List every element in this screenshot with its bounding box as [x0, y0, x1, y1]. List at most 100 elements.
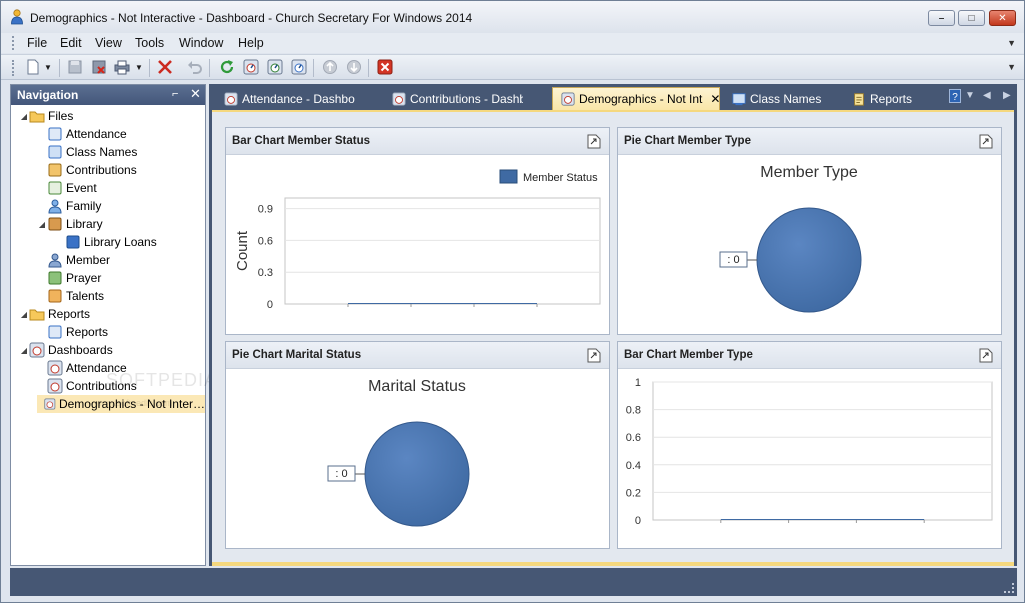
- tab-class-names[interactable]: Class Names: [729, 87, 829, 110]
- panel-pie-marital-status: Pie Chart Marital Status Marital Status:…: [225, 341, 610, 549]
- nav-tree-label: Files: [48, 109, 74, 123]
- export-icon[interactable]: [979, 134, 993, 149]
- y-tick-label: 0.9: [258, 204, 273, 216]
- panel-bar-member-type: Bar Chart Member Type 1 0.8 0.6 0.4 0.2 0: [617, 341, 1002, 549]
- expand-arrow-icon[interactable]: ◢: [19, 112, 29, 121]
- maximize-button[interactable]: □: [958, 10, 985, 26]
- library-loans-icon: [66, 235, 80, 249]
- close-window-icon[interactable]: [377, 59, 393, 75]
- tab-scroll-right-icon[interactable]: ▶: [1003, 90, 1011, 101]
- pie-slice: [364, 421, 470, 527]
- nav-tree-item[interactable]: Attendance: [37, 125, 127, 143]
- nav-tree-label: Contributions: [66, 379, 137, 393]
- print-icon[interactable]: [114, 59, 130, 75]
- undo-icon[interactable]: [187, 59, 203, 75]
- delete-record-icon[interactable]: [91, 59, 107, 75]
- panel-title: Pie Chart Member Type: [624, 135, 751, 147]
- member-icon: [48, 253, 62, 268]
- pin-icon[interactable]: ⌐: [172, 88, 178, 100]
- nav-tree-label: Member: [66, 253, 111, 267]
- menu-tools[interactable]: Tools: [133, 35, 166, 51]
- nav-tree-item[interactable]: Contributions: [37, 161, 137, 179]
- menu-file[interactable]: File: [25, 35, 49, 51]
- nav-tree-item[interactable]: ◢ Files: [19, 107, 73, 125]
- reports-icon: [48, 325, 62, 339]
- nav-tree-label: Class Names: [66, 145, 138, 159]
- nav-tree-item[interactable]: ◢ Reports: [19, 305, 90, 323]
- menu-edit[interactable]: Edit: [58, 35, 84, 51]
- dashboard-alt-icon[interactable]: [267, 59, 283, 75]
- chart-title: Member Type: [760, 164, 858, 181]
- legend-label: Member Status: [523, 172, 598, 184]
- minimize-button[interactable]: –: [928, 10, 955, 26]
- marital-status-pie-chart: Marital Status: 0: [327, 378, 470, 527]
- menu-grip[interactable]: [12, 36, 15, 50]
- export-icon[interactable]: [979, 348, 993, 363]
- window-title: Demographics - Not Interactive - Dashboa…: [30, 11, 473, 25]
- expand-arrow-icon[interactable]: ◢: [19, 310, 29, 319]
- tab-list-dropdown-icon[interactable]: ▼: [965, 90, 975, 101]
- folder-icon: [29, 111, 45, 123]
- panel-title: Bar Chart Member Type: [624, 349, 753, 361]
- class-names-icon: [732, 92, 746, 105]
- nav-tree-item[interactable]: Demographics - Not Inter…: [37, 395, 205, 413]
- tab-scroll-left-icon[interactable]: ◀: [983, 90, 991, 101]
- new-dropdown-icon[interactable]: ▼: [44, 63, 60, 79]
- nav-tree-item[interactable]: Prayer: [37, 269, 101, 287]
- toolbar-separator: [209, 59, 210, 77]
- back-icon[interactable]: [322, 59, 338, 75]
- menu-view[interactable]: View: [93, 35, 124, 51]
- toolbar-separator: [313, 59, 314, 77]
- expand-arrow-icon[interactable]: ◢: [19, 346, 29, 355]
- tab-attendance-dashboard[interactable]: Attendance - Dashboar: [221, 87, 355, 110]
- toolbar-overflow-icon[interactable]: ▼: [1007, 62, 1016, 72]
- nav-tree-item[interactable]: ◢ Library: [37, 215, 103, 233]
- maximize-icon: □: [968, 12, 975, 24]
- save-icon[interactable]: [67, 59, 83, 75]
- cancel-icon[interactable]: [157, 59, 173, 75]
- export-icon[interactable]: [587, 348, 601, 363]
- close-icon[interactable]: ✕: [190, 86, 201, 102]
- panel-pie-member-type: Pie Chart Member Type Member Type: 0: [617, 127, 1002, 335]
- toolbar-grip[interactable]: [12, 60, 15, 76]
- new-icon[interactable]: [25, 59, 41, 75]
- nav-tree-item[interactable]: Contributions: [37, 377, 137, 395]
- nav-tree-item[interactable]: Member: [37, 251, 110, 269]
- resize-grip-icon[interactable]: [1004, 583, 1014, 593]
- folder-icon: [29, 309, 45, 321]
- expand-arrow-icon[interactable]: ◢: [37, 220, 47, 229]
- dashboard-settings-icon[interactable]: [291, 59, 307, 75]
- menu-help[interactable]: Help: [236, 35, 266, 51]
- nav-tree-item[interactable]: Library Loans: [55, 233, 157, 251]
- tab-close-icon[interactable]: ✕: [710, 92, 719, 106]
- nav-tree-item[interactable]: ◢ Dashboards: [19, 341, 113, 359]
- help-icon[interactable]: ?: [949, 89, 961, 103]
- export-icon[interactable]: [587, 134, 601, 149]
- y-tick-label: 0.4: [626, 460, 641, 472]
- menu-window[interactable]: Window: [177, 35, 225, 51]
- nav-tree-label: Talents: [66, 289, 105, 303]
- tab-contributions-dashboard[interactable]: Contributions - Dashbo: [389, 87, 523, 110]
- nav-tree-item[interactable]: Family: [37, 197, 101, 215]
- tab-reports[interactable]: Reports: [849, 87, 929, 110]
- toolbar-separator: [149, 59, 150, 77]
- tab-demographics-dashboard[interactable]: Demographics - Not Int ✕: [552, 87, 720, 110]
- dashboard-content: Bar Chart Member Status 0.9 0.6 0.3 0 Count M…: [212, 110, 1014, 566]
- close-button[interactable]: ✕: [989, 10, 1016, 26]
- refresh-icon[interactable]: [219, 59, 235, 75]
- y-tick-label: 0: [267, 299, 273, 311]
- event-icon: [48, 181, 62, 195]
- nav-tree-item[interactable]: Attendance: [37, 359, 127, 377]
- nav-tree-item[interactable]: Reports: [37, 323, 108, 341]
- forward-icon[interactable]: [346, 59, 362, 75]
- attendance-icon: [48, 127, 62, 141]
- dashboard-icon: [392, 91, 406, 106]
- nav-tree-item[interactable]: Event: [37, 179, 97, 197]
- nav-tree-item[interactable]: Talents: [37, 287, 104, 305]
- panel-title: Bar Chart Member Status: [232, 135, 371, 147]
- bar: [720, 519, 925, 520]
- nav-tree-item[interactable]: Class Names: [37, 143, 137, 161]
- dashboard-icon[interactable]: [243, 59, 259, 75]
- document-area: Attendance - Dashboar Contributions - Da…: [209, 84, 1017, 566]
- menu-overflow-icon[interactable]: ▼: [1007, 38, 1016, 48]
